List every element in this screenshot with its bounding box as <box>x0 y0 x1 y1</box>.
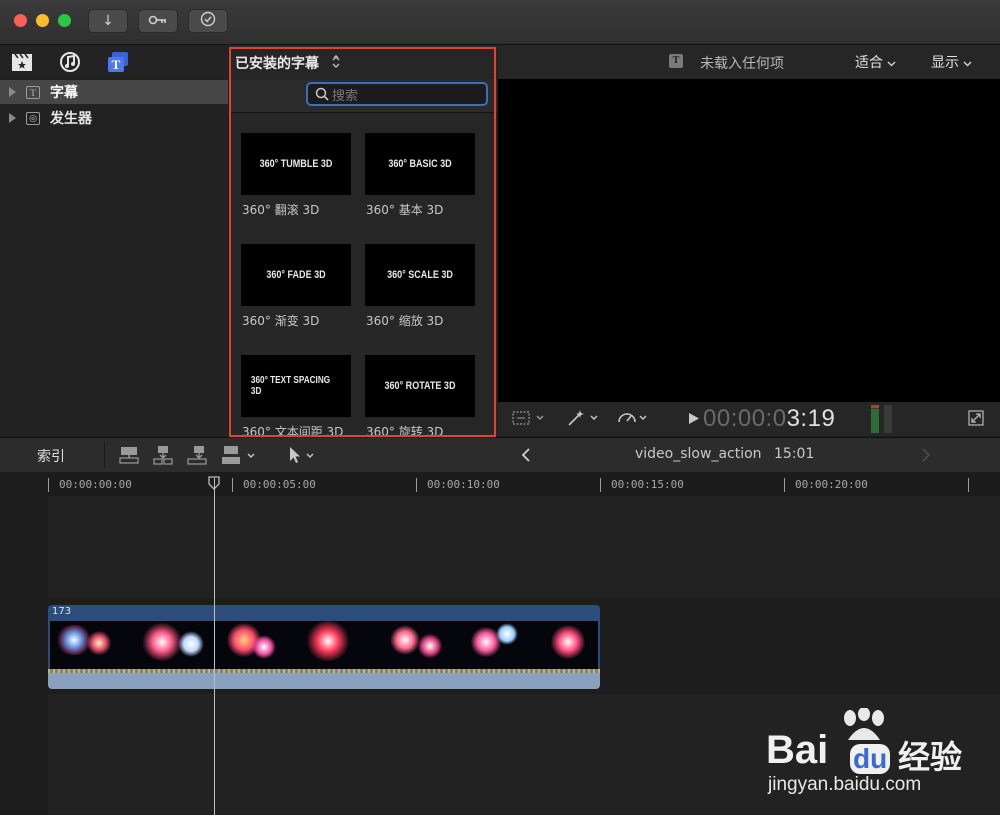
append-clip-icon[interactable] <box>186 444 208 466</box>
ruler-label: 00:00:15:00 <box>611 478 684 491</box>
highlight-annotation-box <box>229 47 496 437</box>
viewer-status-text: 未载入任何项 <box>700 56 784 72</box>
timeline-ruler[interactable]: 00:00:00:00 00:00:05:00 00:00:10:00 00:0… <box>48 472 1000 496</box>
paw-logo-icon <box>844 708 884 740</box>
timeline-toolbar: 索引 video_slow_action 15:01 <box>0 437 1000 473</box>
project-name: video_slow_action <box>635 446 762 462</box>
viewer-controls: 00:00:03:19 <box>498 402 1000 436</box>
disclosure-triangle-icon[interactable] <box>9 113 16 123</box>
chevron-right-icon[interactable] <box>920 447 932 463</box>
ruler-tick <box>784 478 785 492</box>
ruler-label: 00:00:00:00 <box>59 478 132 491</box>
ruler-tick <box>232 478 233 492</box>
media-browser-icon[interactable] <box>11 51 33 73</box>
ruler-tick <box>968 478 969 492</box>
import-button[interactable]: ↓ <box>88 9 128 33</box>
audio-browser-icon[interactable] <box>59 51 81 73</box>
ruler-label: 00:00:10:00 <box>427 478 500 491</box>
play-icon[interactable] <box>688 412 700 425</box>
ruler-tick <box>416 478 417 492</box>
select-tool-icon[interactable] <box>286 444 320 466</box>
chevron-down-icon <box>963 61 972 67</box>
close-window-button[interactable] <box>14 14 27 27</box>
insert-clip-icon[interactable] <box>152 444 174 466</box>
zoom-window-button[interactable] <box>58 14 71 27</box>
timeline-left-margin <box>0 472 48 815</box>
display-menu-label: 显示 <box>931 55 959 71</box>
baidu-jingyan-watermark: Bai du 经验 jingyan.baidu.com <box>766 708 986 798</box>
index-button[interactable]: 索引 <box>37 446 65 466</box>
sidebar-item-generators[interactable]: ◎ 发生器 <box>0 106 228 130</box>
speedometer-icon[interactable] <box>616 408 652 428</box>
svg-text:T: T <box>112 57 121 72</box>
timecode-dim: 00:00:0 <box>703 405 787 432</box>
timecode-bright: 3:19 <box>786 405 836 432</box>
fit-menu[interactable]: 适合 <box>855 52 896 72</box>
ruler-tick <box>600 478 601 492</box>
disclosure-triangle-icon[interactable] <box>9 87 16 97</box>
clip-label: 173 <box>52 606 72 617</box>
ruler-tick <box>48 478 49 492</box>
title-T-icon: T <box>26 85 40 99</box>
generator-icon: ◎ <box>26 111 40 125</box>
transform-tool-icon[interactable] <box>512 410 546 426</box>
overwrite-clip-icon[interactable] <box>220 444 258 466</box>
import-arrow-icon: ↓ <box>102 13 114 29</box>
watermark-brand-suffix: du <box>850 744 891 774</box>
titles-generators-icon[interactable]: T <box>107 51 129 73</box>
watermark-brand: Bai <box>766 728 829 772</box>
title-T-icon: T <box>669 54 683 68</box>
connect-clip-icon[interactable] <box>118 444 140 466</box>
fullscreen-icon[interactable] <box>968 410 984 426</box>
video-clip[interactable]: 173 <box>48 605 600 689</box>
chevron-down-icon <box>887 61 896 67</box>
watermark-url: jingyan.baidu.com <box>768 774 922 795</box>
background-tasks-button[interactable] <box>188 9 228 33</box>
divider <box>104 442 105 468</box>
keywords-button[interactable] <box>138 9 178 33</box>
browser-sidebar: T 字幕 ◎ 发生器 <box>0 78 228 436</box>
display-menu[interactable]: 显示 <box>931 52 972 72</box>
playhead-line[interactable] <box>214 478 215 815</box>
viewer-canvas[interactable] <box>498 79 1000 402</box>
clip-filmstrip <box>50 621 598 669</box>
sidebar-item-titles[interactable]: T 字幕 <box>0 80 228 104</box>
chevron-left-icon[interactable] <box>520 447 532 463</box>
checkmark-circle-icon <box>200 11 216 31</box>
timecode-display: 00:00:03:19 <box>703 405 835 433</box>
sidebar-item-label: 字幕 <box>50 85 78 101</box>
ruler-label: 00:00:20:00 <box>795 478 868 491</box>
minimize-window-button[interactable] <box>36 14 49 27</box>
ruler-label: 00:00:05:00 <box>243 478 316 491</box>
project-duration: 15:01 <box>774 446 815 462</box>
viewer-header: T 未载入任何项 适合 显示 <box>498 45 1000 79</box>
watermark-suffix: 经验 <box>898 738 963 776</box>
audio-meter-right <box>884 405 892 433</box>
audio-meter-left <box>871 405 879 433</box>
clip-audio-waveform <box>48 669 600 689</box>
fit-menu-label: 适合 <box>855 55 883 71</box>
sidebar-item-label: 发生器 <box>50 111 92 127</box>
title-bar: ↓ <box>0 0 1000 45</box>
key-icon <box>148 13 168 29</box>
enhance-wand-icon[interactable] <box>566 408 602 428</box>
